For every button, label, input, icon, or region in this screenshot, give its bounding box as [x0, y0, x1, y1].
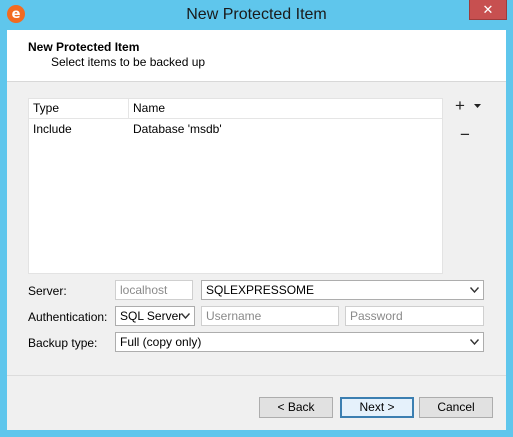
dialog-body: New Protected Item Select items to be ba…	[7, 30, 506, 430]
page-subtitle: Select items to be backed up	[51, 55, 206, 69]
wizard-header: New Protected Item Select items to be ba…	[7, 30, 506, 82]
authentication-value: SQL Server	[120, 309, 183, 323]
cancel-button[interactable]: Cancel	[419, 397, 493, 418]
item-type: Include	[33, 122, 72, 136]
authentication-label: Authentication:	[28, 310, 108, 324]
plus-icon: +	[455, 96, 465, 115]
dialog-window: e New Protected Item ✕ New Protected Ite…	[0, 0, 513, 437]
add-item-dropdown-button[interactable]	[472, 98, 482, 114]
page-title: New Protected Item	[28, 40, 140, 54]
item-name: Database 'msdb'	[133, 122, 222, 136]
server-label: Server:	[28, 284, 67, 298]
backup-type-value: Full (copy only)	[120, 335, 202, 349]
close-icon: ✕	[482, 1, 494, 17]
items-list[interactable]: Type Name Include Database 'msdb'	[28, 98, 443, 274]
backup-type-select[interactable]: Full (copy only)	[115, 332, 484, 352]
chevron-down-icon	[180, 307, 190, 325]
backup-type-label: Backup type:	[28, 336, 98, 350]
username-placeholder: Username	[206, 309, 262, 323]
remove-item-button[interactable]: −	[458, 125, 472, 144]
add-item-button[interactable]: +	[453, 96, 467, 115]
window-title: New Protected Item	[186, 6, 327, 23]
chevron-down-icon	[469, 333, 479, 351]
footer-divider	[7, 375, 506, 376]
password-placeholder: Password	[350, 309, 403, 323]
title-bar: e New Protected Item ✕	[0, 0, 513, 30]
minus-icon: −	[460, 125, 470, 144]
list-item[interactable]: Include Database 'msdb'	[29, 120, 442, 138]
password-field[interactable]: Password	[345, 306, 484, 326]
chevron-down-icon	[473, 104, 481, 108]
column-header-type[interactable]: Type	[29, 99, 129, 118]
chevron-down-icon	[469, 281, 479, 299]
server-instance-select[interactable]: SQLEXPRESSOME	[201, 280, 484, 300]
server-instance-value: SQLEXPRESSOME	[206, 283, 315, 297]
next-button[interactable]: Next >	[340, 397, 414, 418]
column-header-name[interactable]: Name	[129, 99, 442, 118]
list-header: Type Name	[29, 99, 442, 119]
close-button[interactable]: ✕	[469, 0, 507, 20]
server-host-field: localhost	[115, 280, 193, 300]
authentication-select[interactable]: SQL Server	[115, 306, 195, 326]
back-button[interactable]: < Back	[259, 397, 333, 418]
username-field[interactable]: Username	[201, 306, 339, 326]
